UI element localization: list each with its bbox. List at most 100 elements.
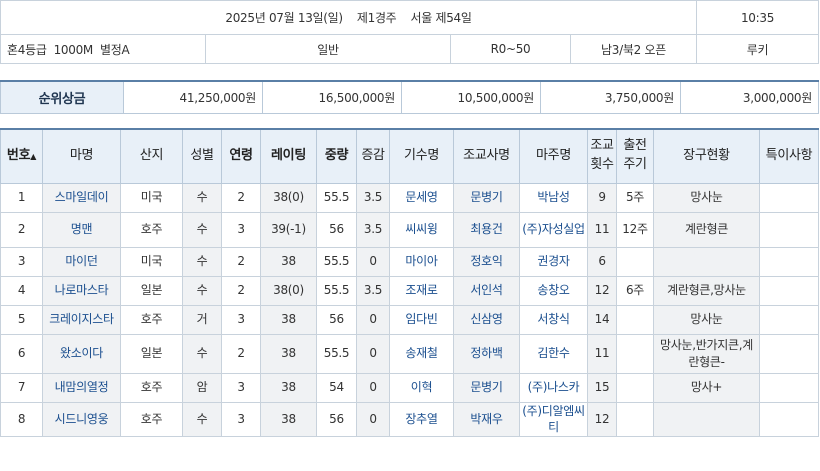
jockey-link-text[interactable]: 문세영 [405, 190, 438, 204]
owner-link-text[interactable]: (주)디알엠씨티 [522, 404, 585, 435]
owner-link-text[interactable]: 김한수 [537, 346, 570, 360]
horse-name-link[interactable]: 나로마스타 [42, 275, 121, 306]
owner-link-text[interactable]: 박남성 [537, 190, 570, 204]
race-info-table: 2025년 07월 13일(일) 제1경주 서울 제54일 10:35 혼4등급… [0, 0, 819, 64]
horse-number: 5 [0, 304, 43, 335]
col-header-jockey: 기수명 [389, 128, 454, 184]
jockey-link[interactable]: 임다빈 [389, 304, 454, 335]
trainer-link-text[interactable]: 서인석 [470, 283, 503, 297]
owner-link-text[interactable]: 권경자 [537, 254, 570, 268]
horse-name-link[interactable]: 크레이지스타 [42, 304, 121, 335]
horse-name-link[interactable]: 내맘의열정 [42, 372, 121, 403]
race-class-distance: 혼4등급 1000M 별정A [0, 34, 206, 64]
jockey-link[interactable]: 이혁 [389, 372, 454, 403]
trainer-link-text[interactable]: 최용건 [470, 222, 503, 236]
owner-link-text[interactable]: 송창오 [537, 283, 570, 297]
horse-origin-text: 호주 [140, 411, 163, 426]
col-header-no[interactable]: 번호▲ [0, 128, 43, 184]
owner-link[interactable]: 권경자 [519, 246, 588, 277]
owner-link-text[interactable]: (주)자성실업 [522, 222, 585, 236]
trainer-link[interactable]: 서인석 [453, 275, 520, 306]
horse-name-link[interactable]: 왔소이다 [42, 333, 121, 374]
horse-origin-text: 일본 [140, 283, 163, 298]
jockey-link-text[interactable]: 이혁 [411, 380, 433, 394]
horse-name-link[interactable]: 스마일데이 [42, 182, 121, 213]
horse-name-link-text[interactable]: 왔소이다 [60, 346, 103, 360]
horse-origin: 일본 [120, 275, 183, 306]
horse-name-link-text[interactable]: 나로마스타 [55, 283, 109, 297]
jockey-link-text[interactable]: 장추열 [405, 412, 438, 426]
owner-link[interactable]: 서창식 [519, 304, 588, 335]
special-notes [759, 182, 819, 213]
special-notes [759, 304, 819, 335]
trainer-link[interactable]: 정하백 [453, 333, 520, 374]
owner-link[interactable]: (주)자성실업 [519, 211, 588, 248]
horse-age: 2 [221, 182, 261, 213]
gear-status [653, 401, 760, 438]
owner-link[interactable]: 송창오 [519, 275, 588, 306]
horse-name-link[interactable]: 명맨 [42, 211, 121, 248]
horse-name-link-text[interactable]: 마이던 [65, 254, 98, 268]
horse-origin-text: 호주 [140, 312, 163, 327]
trainer-link-text[interactable]: 정호익 [470, 254, 503, 268]
trainer-link[interactable]: 정호익 [453, 246, 520, 277]
prize-5th: 3,000,000원 [680, 80, 819, 114]
horse-sex-text: 수 [196, 283, 208, 298]
trainer-link[interactable]: 박재우 [453, 401, 520, 438]
owner-link[interactable]: 김한수 [519, 333, 588, 374]
jockey-link-text[interactable]: 송재철 [405, 346, 438, 360]
jockey-link-text[interactable]: 임다빈 [405, 312, 438, 326]
jockey-link-text[interactable]: 조재로 [405, 283, 438, 297]
jockey-link-text[interactable]: 마이아 [405, 254, 438, 268]
gear-status-text: 망사+ [690, 380, 723, 395]
horse-name-link[interactable]: 마이던 [42, 246, 121, 277]
horse-weight-text: 55.5 [323, 190, 350, 205]
horse-name-link-text[interactable]: 시드니영웅 [55, 412, 109, 426]
horse-rating: 38(0) [260, 275, 317, 306]
trainer-link-text[interactable]: 박재우 [470, 412, 503, 426]
table-row: 3 마이던 미국 수 2 38 55.5 0 마이아 정호익 권경자 6 [0, 246, 819, 277]
training-count-text: 12 [594, 411, 610, 426]
trainer-link[interactable]: 최용건 [453, 211, 520, 248]
horse-name-link[interactable]: 시드니영웅 [42, 401, 121, 438]
horse-name-link-text[interactable]: 내맘의열정 [55, 380, 109, 394]
owner-link-text[interactable]: 서창식 [537, 312, 570, 326]
horse-weight-text: 54 [329, 380, 344, 395]
jockey-link[interactable]: 조재로 [389, 275, 454, 306]
horse-name-link-text[interactable]: 크레이지스타 [49, 312, 114, 326]
gear-status: 망사눈 [653, 304, 760, 335]
trainer-link-text[interactable]: 신삼영 [470, 312, 503, 326]
run-interval: 5주 [616, 182, 654, 213]
owner-link[interactable]: (주)나스카 [519, 372, 588, 403]
trainer-link-text[interactable]: 문병기 [470, 380, 503, 394]
horse-name-link-text[interactable]: 스마일데이 [55, 190, 109, 204]
jockey-link[interactable]: 문세영 [389, 182, 454, 213]
prize-1st: 41,250,000원 [123, 80, 263, 114]
trainer-link-text[interactable]: 정하백 [470, 346, 503, 360]
trainer-link[interactable]: 신삼영 [453, 304, 520, 335]
horse-number-text: 5 [17, 312, 26, 327]
owner-link[interactable]: 박남성 [519, 182, 588, 213]
horse-rating-text: 38 [281, 254, 296, 269]
horse-weight: 56 [316, 304, 357, 335]
jockey-link[interactable]: 마이아 [389, 246, 454, 277]
horse-age: 3 [221, 372, 261, 403]
trainer-link[interactable]: 문병기 [453, 182, 520, 213]
jockey-link[interactable]: 씨씨윙 [389, 211, 454, 248]
trainer-link[interactable]: 문병기 [453, 372, 520, 403]
horse-number: 8 [0, 401, 43, 438]
table-row: 2 명맨 호주 수 3 39(-1) 56 3.5 씨씨윙 최용건 (주)자성실업 11 12주 계란형큰 [0, 211, 819, 248]
col-header-trainer: 조교사명 [453, 128, 520, 184]
owner-link[interactable]: (주)디알엠씨티 [519, 401, 588, 438]
jockey-link[interactable]: 장추열 [389, 401, 454, 438]
weight-change: 0 [356, 333, 390, 374]
training-count: 6 [587, 246, 617, 277]
training-count-text: 11 [594, 222, 610, 237]
horse-number-text: 1 [17, 190, 26, 205]
jockey-link[interactable]: 송재철 [389, 333, 454, 374]
sort-ascending-icon: ▲ [30, 151, 37, 161]
trainer-link-text[interactable]: 문병기 [470, 190, 503, 204]
horse-name-link-text[interactable]: 명맨 [71, 222, 93, 236]
owner-link-text[interactable]: (주)나스카 [528, 380, 580, 394]
jockey-link-text[interactable]: 씨씨윙 [405, 222, 438, 236]
